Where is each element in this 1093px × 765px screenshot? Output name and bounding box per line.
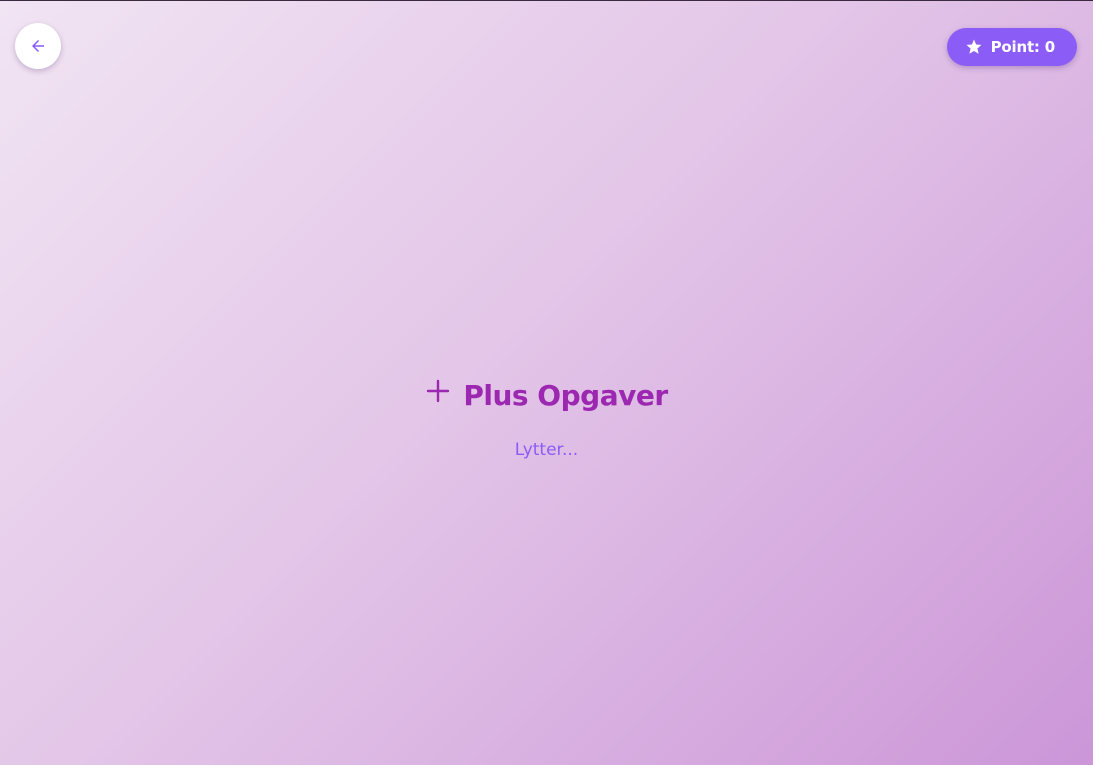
title-row: Plus Opgaver — [425, 378, 668, 412]
main-content: Plus Opgaver Lytter... — [0, 379, 1093, 460]
points-label: Point: 0 — [990, 38, 1056, 56]
page-title: Plus Opgaver — [463, 379, 668, 412]
arrow-left-icon — [29, 37, 47, 55]
plus-icon — [425, 378, 451, 404]
back-button[interactable] — [15, 23, 61, 69]
points-badge: Point: 0 — [946, 28, 1077, 66]
status-text: Lytter... — [514, 440, 579, 460]
star-icon — [965, 38, 983, 56]
